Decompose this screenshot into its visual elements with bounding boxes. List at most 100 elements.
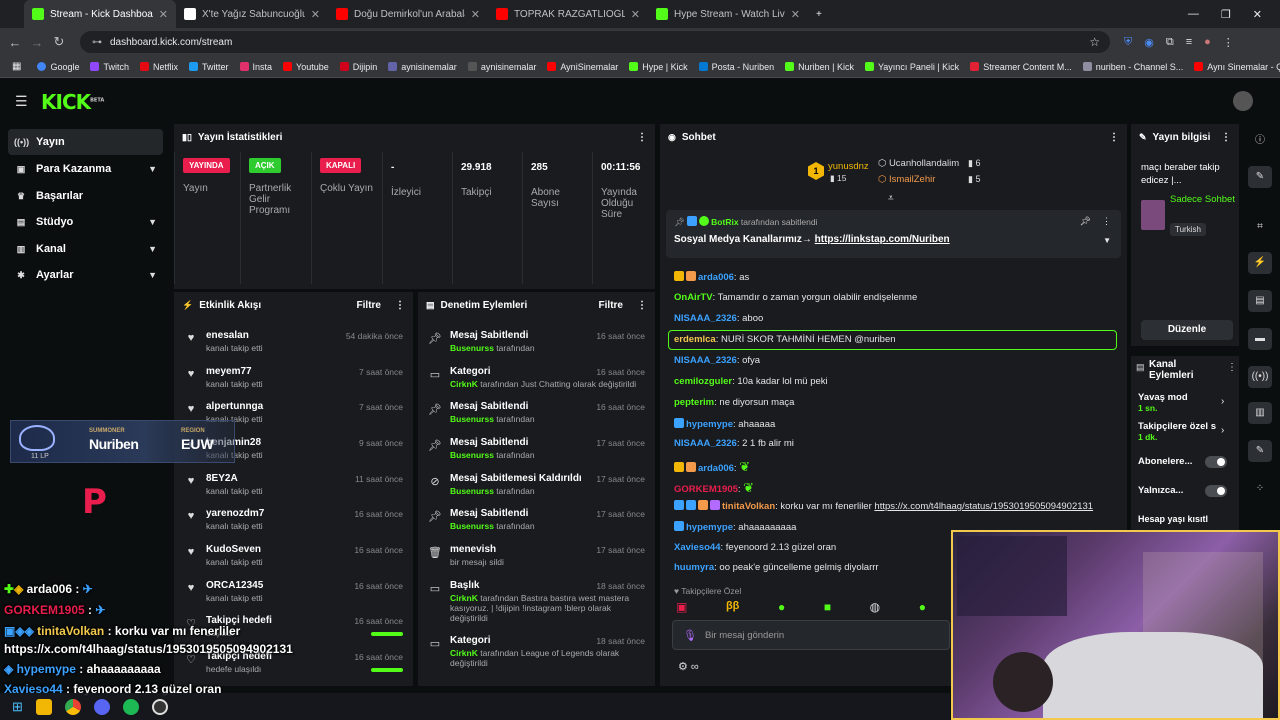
edit-stream-button[interactable]: Düzenle bbox=[1141, 320, 1233, 340]
chat-input[interactable]: 🎙︎ Bir mesaj gönderin bbox=[672, 620, 950, 650]
close-icon[interactable]: ✕ bbox=[159, 8, 168, 21]
chat-username[interactable]: NISAAA_2326 bbox=[674, 355, 737, 366]
sidebar-item-yayin[interactable]: ((•)) Yayın bbox=[8, 129, 163, 155]
bookmark-item[interactable]: Twitch bbox=[90, 62, 129, 72]
info-icon[interactable]: ⓘ bbox=[1248, 130, 1272, 152]
bookmark-item[interactable]: Hype | Kick bbox=[629, 62, 688, 72]
vpn-extension-icon[interactable]: ◉ bbox=[1144, 36, 1154, 49]
bookmark-item[interactable]: Youtube bbox=[283, 62, 329, 72]
chat-username[interactable]: arda006 bbox=[698, 272, 734, 283]
chat-username[interactable]: pepterim bbox=[674, 397, 714, 408]
tab-youtube-1[interactable]: Doğu Demirkol'un Arabaları! | ... ✕ bbox=[328, 0, 488, 28]
gifter-name[interactable]: Ucanhollandalim bbox=[889, 158, 959, 169]
forward-icon[interactable]: → bbox=[26, 35, 48, 50]
bookmark-item[interactable]: Insta bbox=[239, 62, 272, 72]
bookmark-item[interactable]: aynisinemalar bbox=[467, 62, 536, 72]
stream-category[interactable]: Sadece Sohbet bbox=[1170, 194, 1235, 206]
mod-user[interactable]: CirknK bbox=[450, 593, 478, 603]
chat-username[interactable]: arda006 bbox=[698, 463, 734, 474]
browser-menu-icon[interactable]: ⋮ bbox=[1223, 36, 1234, 49]
tab-kick-dashboard[interactable]: Stream - Kick Dashboard ✕ bbox=[24, 0, 176, 28]
chat-username[interactable]: NISAAA_2326 bbox=[674, 438, 737, 449]
chat-username[interactable]: erdemlca bbox=[674, 334, 716, 345]
bookmark-item[interactable]: Netflix bbox=[140, 62, 178, 72]
bookmark-item[interactable]: Streamer Content M... bbox=[970, 62, 1072, 72]
activity-user[interactable]: enesalan bbox=[206, 330, 249, 341]
mod-user[interactable]: Busenurss bbox=[450, 414, 494, 424]
close-icon[interactable]: ✕ bbox=[471, 8, 480, 21]
emote-icon[interactable]: ββ bbox=[726, 600, 739, 616]
chat-username[interactable]: tinitaVolkan bbox=[722, 501, 775, 512]
more-options-icon[interactable]: ⋮ bbox=[637, 132, 647, 143]
chat-username[interactable]: huumyra bbox=[674, 562, 714, 573]
reload-icon[interactable]: ↻ bbox=[48, 34, 70, 50]
activity-user[interactable]: yarenozdm7 bbox=[206, 508, 264, 519]
chat-username[interactable]: Xavieso44 bbox=[674, 542, 720, 553]
chat-username[interactable]: cemilozguler bbox=[674, 376, 732, 387]
subscribers-only-toggle[interactable] bbox=[1205, 456, 1227, 468]
emote-icon[interactable]: ◍ bbox=[870, 600, 880, 616]
top-gifter-name[interactable]: yunusdnz bbox=[828, 161, 869, 172]
add-widget-icon[interactable]: ⁘ bbox=[1248, 478, 1272, 500]
discord-icon[interactable] bbox=[93, 698, 110, 715]
pinned-link[interactable]: https://linkstap.com/Nuriben bbox=[815, 234, 950, 245]
chevron-right-icon[interactable]: › bbox=[1221, 425, 1224, 436]
filter-button[interactable]: Filtre bbox=[599, 300, 623, 311]
bookmark-item[interactable]: Twitter bbox=[189, 62, 229, 72]
lightning-icon[interactable]: ⚡ bbox=[1248, 252, 1272, 274]
crop-icon[interactable]: ⌗ bbox=[1248, 216, 1272, 238]
windows-start-icon[interactable]: ⊞ bbox=[12, 699, 23, 715]
unpin-icon[interactable]: 📌︎ bbox=[1080, 216, 1091, 227]
bookmark-item[interactable]: aynisinemalar bbox=[388, 62, 457, 72]
chat-settings-icon[interactable]: ⚙︎ ∞ bbox=[678, 660, 699, 673]
more-options-icon[interactable]: ⋮ bbox=[637, 300, 647, 311]
emote-icon[interactable]: ▣ bbox=[676, 600, 687, 616]
emote-only-toggle[interactable] bbox=[1205, 485, 1227, 497]
tab-hype-stream[interactable]: Hype Stream - Watch Live on K... ✕ bbox=[648, 0, 808, 28]
emote-icon[interactable]: ● bbox=[919, 600, 926, 616]
action-row[interactable]: Takipçilere özel s1 dk. bbox=[1138, 421, 1218, 442]
sidebar-item-studyo[interactable]: ▤ Stüdyo ▼ bbox=[8, 209, 163, 235]
file-explorer-icon[interactable] bbox=[35, 698, 52, 715]
profile-avatar-icon[interactable]: ● bbox=[1204, 36, 1211, 49]
close-icon[interactable]: ✕ bbox=[791, 8, 800, 21]
tab-x-post[interactable]: X'te Yağız Sabuncuoğlu: "ÖZEL ✕ bbox=[176, 0, 328, 28]
edit-icon[interactable]: ✎ bbox=[1248, 166, 1272, 188]
bookmark-item[interactable]: Aynı Sinemalar - Ça... bbox=[1194, 62, 1280, 72]
media-controls-icon[interactable]: ≡ bbox=[1186, 36, 1192, 49]
bookmark-item[interactable]: Nuriben | Kick bbox=[785, 62, 854, 72]
bookmark-item[interactable]: Google bbox=[37, 62, 79, 72]
emote-icon[interactable]: ■ bbox=[824, 600, 831, 616]
bookmark-item[interactable]: Dijipin bbox=[339, 62, 377, 72]
chrome-icon[interactable] bbox=[64, 698, 81, 715]
filter-button[interactable]: Filtre bbox=[357, 300, 381, 311]
chat-icon[interactable]: ▬ bbox=[1248, 328, 1272, 350]
chat-link[interactable]: https://x.com/t4lhaag/status/19530195050… bbox=[874, 501, 1093, 512]
layout-icon[interactable]: ▥ bbox=[1248, 402, 1272, 424]
sidebar-item-ayarlar[interactable]: ✱ Ayarlar ▼ bbox=[8, 262, 163, 288]
close-window-icon[interactable]: ✕ bbox=[1253, 8, 1262, 21]
kick-logo[interactable]: KICKBETA bbox=[41, 90, 104, 114]
chat-username[interactable]: hypemype bbox=[686, 522, 733, 533]
document-icon[interactable]: ▤ bbox=[1248, 290, 1272, 312]
more-options-icon[interactable]: ⋮ bbox=[1109, 132, 1119, 143]
action-row[interactable]: Yavaş mod 1 sn. bbox=[1138, 392, 1188, 413]
pinned-author[interactable]: BotRix bbox=[711, 217, 738, 227]
apps-grid-icon[interactable]: ▦ bbox=[12, 61, 21, 72]
broadcast-icon[interactable]: ((•)) bbox=[1248, 366, 1272, 388]
more-options-icon[interactable]: ⋮ bbox=[395, 300, 405, 311]
user-avatar[interactable] bbox=[1233, 91, 1253, 111]
bookmark-item[interactable]: AyniSinemalar bbox=[547, 62, 618, 72]
back-icon[interactable]: ← bbox=[4, 35, 26, 50]
gifter-name[interactable]: IsmailZehir bbox=[889, 174, 935, 185]
extensions-puzzle-icon[interactable]: ⧉ bbox=[1166, 36, 1174, 49]
expand-leaderboard-icon[interactable]: ⩡ bbox=[888, 193, 894, 204]
emote-icon[interactable]: ● bbox=[778, 600, 785, 616]
mod-user[interactable]: Busenurss bbox=[450, 521, 494, 531]
activity-user[interactable]: 8EY2A bbox=[206, 473, 238, 484]
activity-user[interactable]: meyem77 bbox=[206, 366, 252, 377]
minimize-icon[interactable]: — bbox=[1188, 8, 1199, 21]
hamburger-menu-icon[interactable]: ☰ bbox=[15, 93, 28, 110]
spotify-icon[interactable] bbox=[122, 698, 139, 715]
site-info-icon[interactable]: ⊶ bbox=[92, 37, 102, 48]
